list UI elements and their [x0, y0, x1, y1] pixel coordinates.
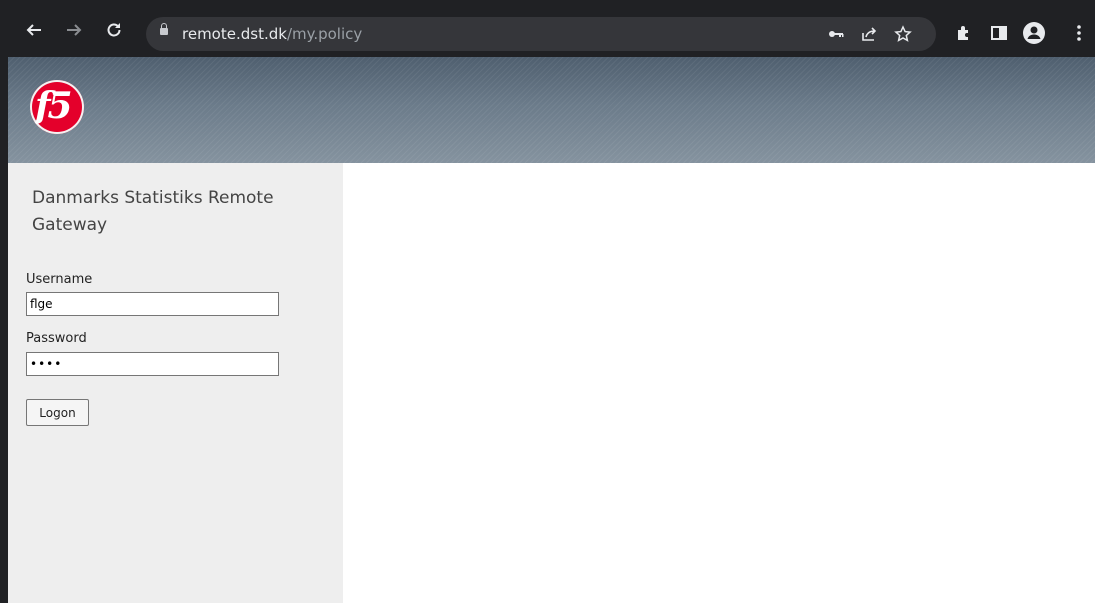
- f5-logo: f5: [30, 80, 84, 134]
- profile-button[interactable]: [1023, 22, 1045, 44]
- f5-logo-text: f5: [35, 85, 73, 127]
- share-icon[interactable]: [860, 25, 878, 43]
- reload-button[interactable]: [104, 20, 124, 40]
- url-text[interactable]: remote.dst.dk/my.policy: [182, 25, 362, 43]
- forward-button[interactable]: [64, 20, 84, 40]
- side-panel-icon[interactable]: [990, 24, 1008, 42]
- menu-icon[interactable]: [1070, 24, 1088, 42]
- browser-toolbar: remote.dst.dk/my.policy: [0, 0, 1095, 57]
- url-host: remote.dst.dk: [182, 25, 287, 43]
- header-banner: f5: [8, 57, 1095, 163]
- forward-arrow-icon: [67, 24, 82, 36]
- gateway-title: Danmarks Statistiks Remote Gateway: [32, 188, 274, 235]
- username-input[interactable]: [26, 292, 279, 316]
- logon-button[interactable]: Logon: [26, 399, 89, 426]
- star-icon[interactable]: [894, 25, 912, 43]
- profile-icon: [1027, 26, 1041, 39]
- password-input[interactable]: [26, 352, 279, 376]
- key-icon[interactable]: [827, 25, 845, 43]
- username-label: Username: [26, 272, 93, 287]
- reload-icon: [107, 23, 121, 37]
- back-button[interactable]: [24, 20, 44, 40]
- extensions-icon[interactable]: [955, 24, 973, 42]
- password-label: Password: [26, 331, 87, 346]
- address-bar[interactable]: remote.dst.dk/my.policy: [146, 17, 936, 51]
- back-arrow-icon: [26, 24, 41, 36]
- login-panel: Danmarks Statistiks Remote Gateway Usern…: [8, 163, 343, 603]
- url-path: /my.policy: [286, 25, 363, 43]
- window-edge: [0, 0, 8, 603]
- lock-icon[interactable]: [160, 23, 168, 35]
